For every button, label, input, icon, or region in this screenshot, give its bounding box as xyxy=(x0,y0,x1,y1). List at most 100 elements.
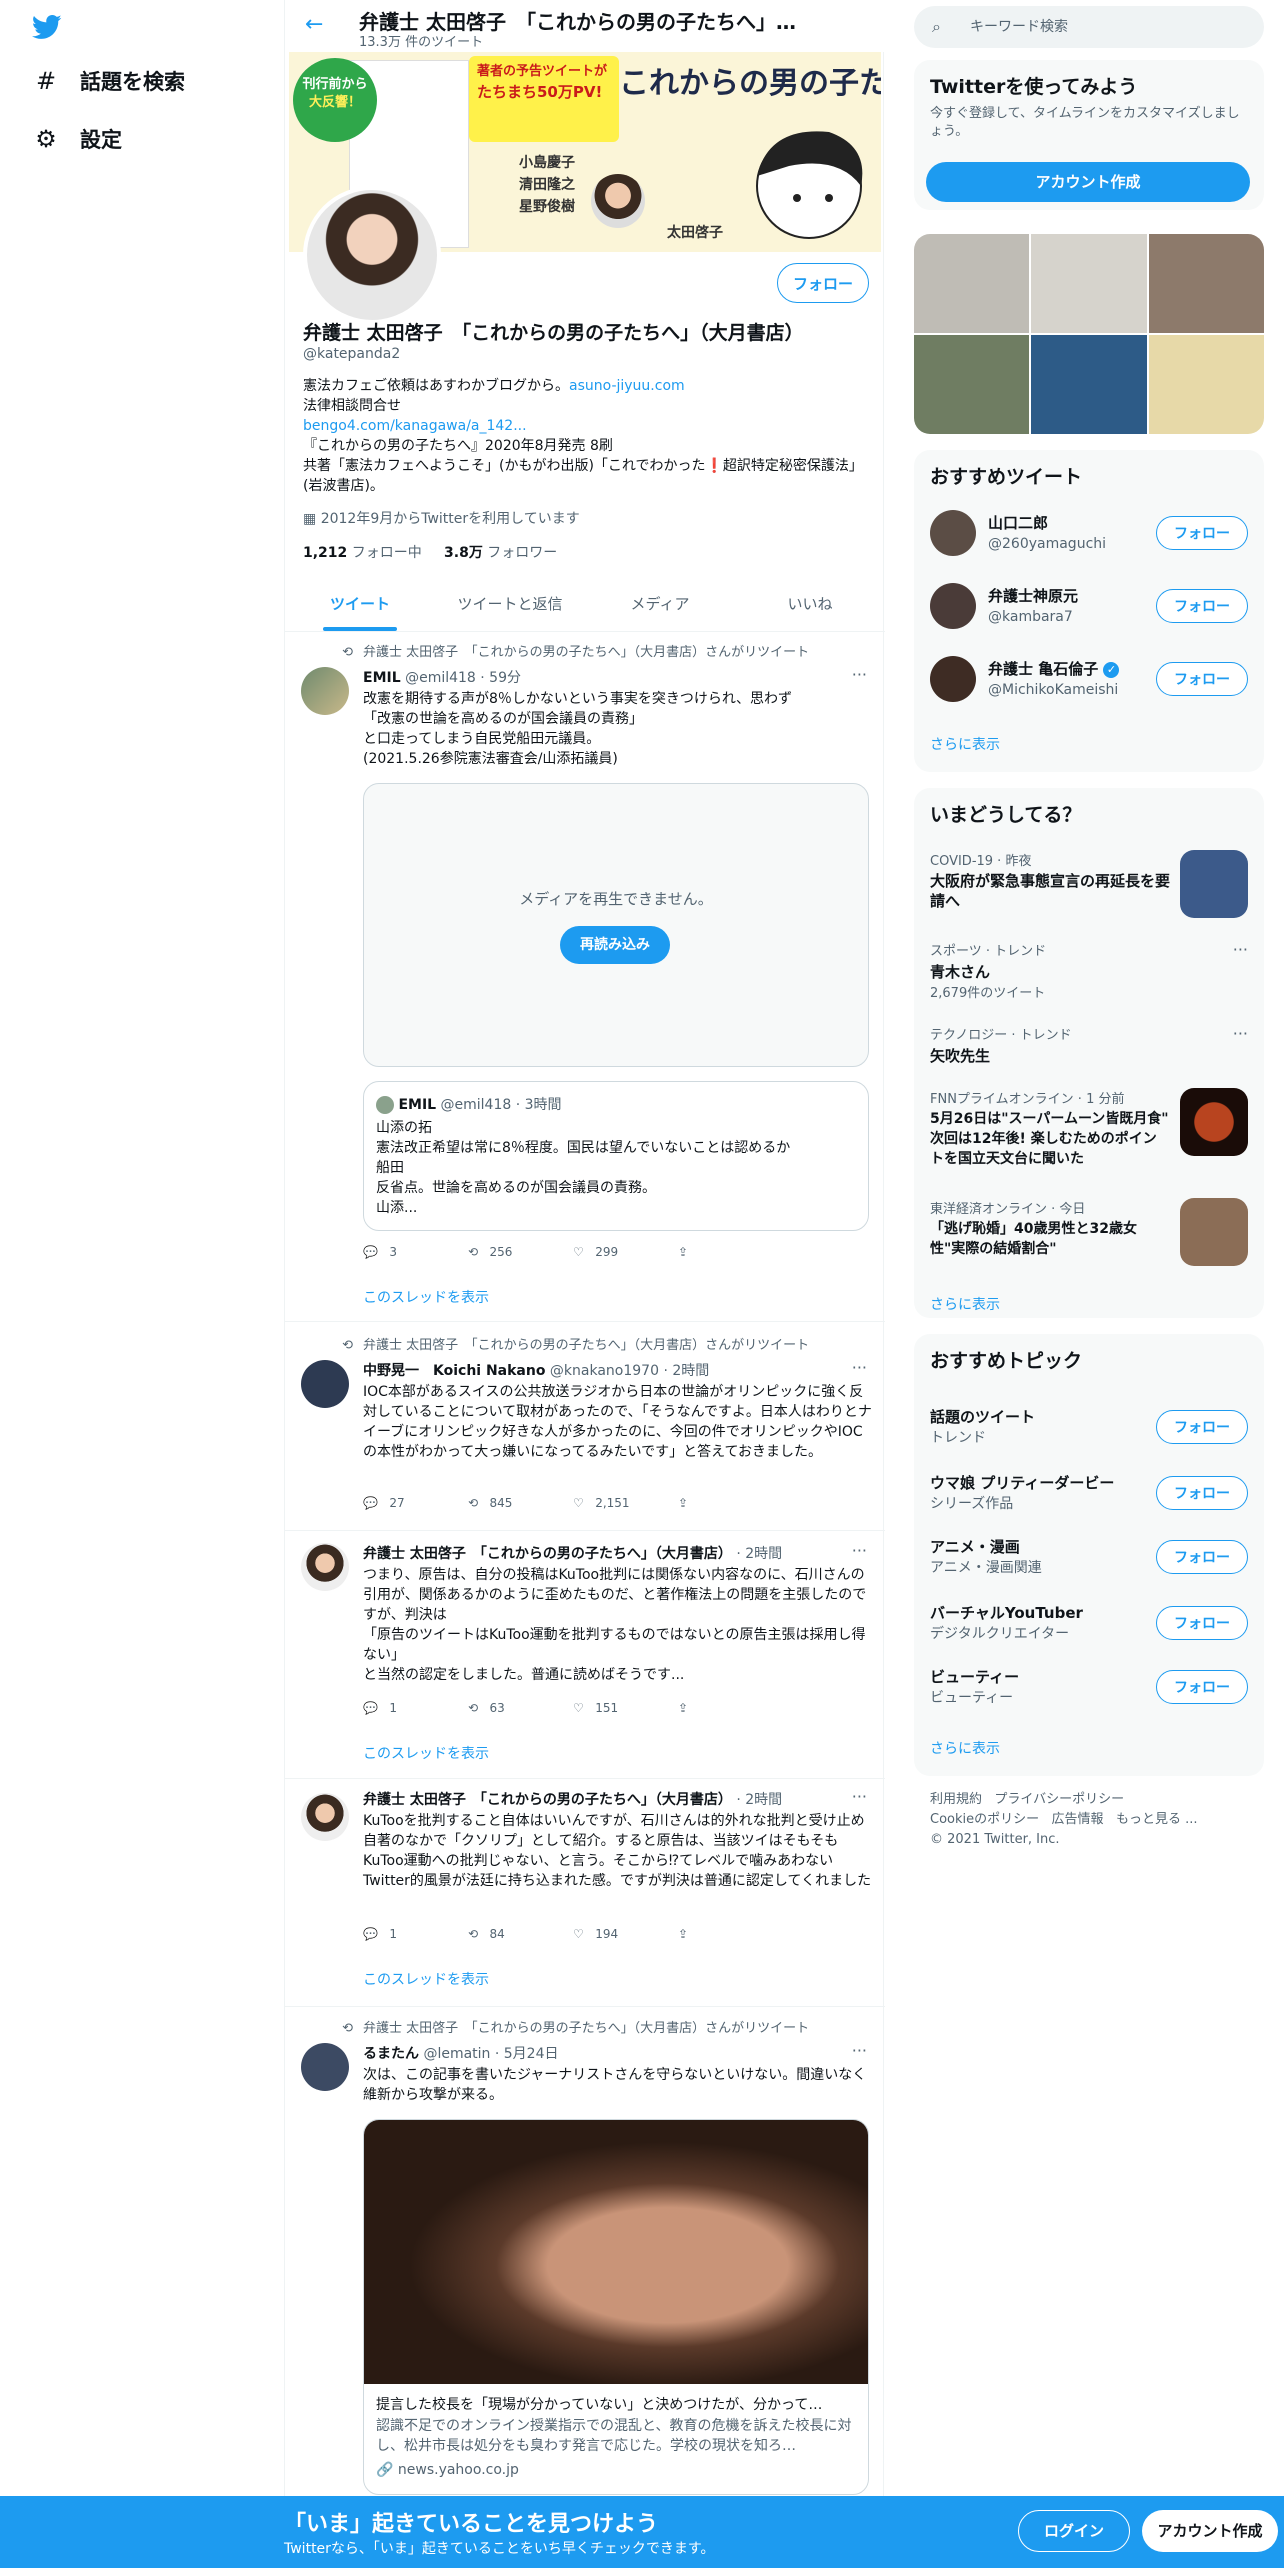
trend-item[interactable]: FNNプライムオンライン · 1 分前 5月26日は"スーパームーン皆既月食" … xyxy=(930,1088,1248,1178)
back-arrow-icon[interactable]: ← xyxy=(305,12,323,37)
avatar[interactable] xyxy=(301,2043,349,2091)
reply-button[interactable]: 💬 27 xyxy=(363,1496,468,1510)
media-thumb[interactable] xyxy=(1031,234,1147,333)
follow-button[interactable]: フォロー xyxy=(1156,1670,1248,1704)
show-thread-link[interactable]: このスレッドを表示 xyxy=(363,1287,489,1307)
user-row[interactable]: 山口二郎 @260yamaguchi フォロー xyxy=(930,510,1248,564)
footer-link-cookie[interactable]: Cookieのポリシー xyxy=(930,1812,1039,1827)
trend-item[interactable]: テクノロジー · トレンド 矢吹先生 ··· xyxy=(930,1024,1248,1074)
avatar[interactable] xyxy=(301,667,349,715)
tweet-author[interactable]: るまたん xyxy=(363,2046,419,2062)
show-more-link[interactable]: さらに表示 xyxy=(930,1738,1000,1758)
media-thumb[interactable] xyxy=(1031,335,1147,434)
show-thread-link[interactable]: このスレッドを表示 xyxy=(363,1969,489,1989)
tweet[interactable]: ⟲ 弁護士 太田啓子 「これからの男の子たちへ」（大月書店）さんがリツイート 中野… xyxy=(285,1322,885,1531)
signup-button-bottom[interactable]: アカウント作成 xyxy=(1142,2510,1278,2552)
media-thumb[interactable] xyxy=(914,234,1030,333)
tweet-author[interactable]: 弁護士 太田啓子 「これからの男の子たちへ」（大月書店） xyxy=(363,1546,732,1562)
topic-row[interactable]: ビューティー ビューティー フォロー xyxy=(930,1666,1248,1714)
follow-button[interactable]: フォロー xyxy=(1156,1476,1248,1510)
tweet[interactable]: ⟲ 弁護士 太田啓子 「これからの男の子たちへ」（大月書店）さんがリツイート るま… xyxy=(285,2007,885,2496)
tab-media[interactable]: メディア xyxy=(585,576,735,631)
topic-row[interactable]: ウマ娘 プリティーダービー シリーズ作品 フォロー xyxy=(930,1472,1248,1520)
user-row[interactable]: 弁護士神原元 @kambara7 フォロー xyxy=(930,583,1248,637)
follow-button[interactable]: フォロー xyxy=(1156,662,1248,696)
tweet[interactable]: 弁護士 太田啓子 「これからの男の子たちへ」（大月書店） · 2時間 ··· つ… xyxy=(285,1531,885,1779)
more-icon[interactable]: ··· xyxy=(1233,1024,1248,1043)
bio-link-1[interactable]: asuno-jiyuu.com xyxy=(569,378,685,394)
footer-link-more[interactable]: もっと見る ... xyxy=(1116,1812,1198,1827)
topic-row[interactable]: バーチャルYouTuber デジタルクリエイター フォロー xyxy=(930,1602,1248,1650)
signup-button[interactable]: アカウント作成 xyxy=(926,162,1250,202)
reply-button[interactable]: 💬 3 xyxy=(363,1245,468,1259)
bio-link-2[interactable]: bengo4.com/kanagawa/a_142... xyxy=(303,416,863,436)
tweet-author[interactable]: 中野晃一 Koichi Nakano xyxy=(363,1363,545,1379)
trend-item[interactable]: 東洋経済オンライン · 今日 「逃げ恥婚」40歳男性と32歳女性"実際の結婚割合… xyxy=(930,1198,1248,1268)
reply-button[interactable]: 💬 1 xyxy=(363,1927,468,1941)
retweet-button[interactable]: ⟲ 256 xyxy=(468,1245,573,1259)
more-icon[interactable]: ··· xyxy=(1233,940,1248,959)
like-button[interactable]: ♡ 151 xyxy=(573,1701,678,1715)
twitter-logo-icon[interactable] xyxy=(30,12,64,42)
profile-avatar[interactable] xyxy=(303,186,441,324)
reply-button[interactable]: 💬 1 xyxy=(363,1701,468,1715)
nav-settings[interactable]: ⚙ 設定 xyxy=(34,124,122,154)
login-button[interactable]: ログイン xyxy=(1018,2510,1130,2552)
search-input[interactable]: ⌕ キーワード検索 xyxy=(914,6,1264,48)
follow-button[interactable]: フォロー xyxy=(1156,516,1248,550)
more-icon[interactable]: ··· xyxy=(852,1787,867,1806)
followers-link[interactable]: 3.8万 フォロワー xyxy=(444,545,557,561)
tweet-author[interactable]: 弁護士 太田啓子 「これからの男の子たちへ」（大月書店） xyxy=(363,1792,732,1808)
trend-item[interactable]: COVID-19 · 昨夜 大阪府が緊急事態宣言の再延長を要請へ xyxy=(930,850,1248,930)
link-card[interactable]: 提言した校長を「現場が分かっていない」と決めつけたが、分かって… 認識不足でのオ… xyxy=(363,2119,869,2495)
tweet-author[interactable]: EMIL xyxy=(363,670,401,686)
share-icon[interactable]: ⇪ xyxy=(678,1927,783,1941)
share-icon[interactable]: ⇪ xyxy=(678,1245,783,1259)
footer-link-ads[interactable]: 広告情報 xyxy=(1052,1812,1104,1827)
footer-link-privacy[interactable]: プライバシーポリシー xyxy=(994,1792,1124,1807)
follow-button[interactable]: フォロー xyxy=(1156,1606,1248,1640)
follow-button[interactable]: フォロー xyxy=(1156,1410,1248,1444)
follow-button[interactable]: フォロー xyxy=(1156,589,1248,623)
more-icon[interactable]: ··· xyxy=(852,1541,867,1560)
topic-row[interactable]: アニメ・漫画 アニメ・漫画関連 フォロー xyxy=(930,1536,1248,1584)
user-row[interactable]: 弁護士 亀石倫子 ✓ @MichikoKameishi フォロー xyxy=(930,656,1248,710)
media-thumb[interactable] xyxy=(1148,335,1264,434)
tweet[interactable]: 弁護士 太田啓子 「これからの男の子たちへ」（大月書店） · 2時間 ··· K… xyxy=(285,1779,885,2007)
avatar[interactable] xyxy=(301,1543,349,1591)
show-more-link[interactable]: さらに表示 xyxy=(930,734,1000,754)
retweet-button[interactable]: ⟲ 845 xyxy=(468,1496,573,1510)
trend-item[interactable]: スポーツ · トレンド 青木さん 2,679件のツイート ··· xyxy=(930,940,1248,1010)
more-icon[interactable]: ··· xyxy=(852,665,867,684)
topic-row[interactable]: 話題のツイート トレンド フォロー xyxy=(930,1406,1248,1454)
more-icon[interactable]: ··· xyxy=(852,1358,867,1377)
left-navigation: # 話題を検索 ⚙ 設定 xyxy=(0,0,284,2568)
tweet-text: つまり、原告は、自分の投稿はKuToo批判には関係ない内容なのに、石川さんの引用… xyxy=(363,1567,867,1683)
quote-tweet[interactable]: EMIL @emil418 · 3時間 山添の拓 憲法改正希望は常に8％程度。国… xyxy=(363,1081,869,1231)
like-button[interactable]: ♡ 299 xyxy=(573,1245,678,1259)
tweet[interactable]: ⟲ 弁護士 太田啓子 「これからの男の子たちへ」（大月書店）さんがリツイート EM… xyxy=(285,633,885,1322)
show-thread-link[interactable]: このスレッドを表示 xyxy=(363,1743,489,1763)
tab-tweets-replies[interactable]: ツイートと返信 xyxy=(435,576,585,631)
like-button[interactable]: ♡ 2,151 xyxy=(573,1496,678,1510)
share-icon[interactable]: ⇪ xyxy=(678,1701,783,1715)
footer-link-terms[interactable]: 利用規約 xyxy=(930,1792,982,1807)
retweet-button[interactable]: ⟲ 84 xyxy=(468,1927,573,1941)
tab-tweets[interactable]: ツイート xyxy=(285,576,435,631)
share-icon[interactable]: ⇪ xyxy=(678,1496,783,1510)
tab-likes[interactable]: いいね xyxy=(735,576,885,631)
show-more-link[interactable]: さらに表示 xyxy=(930,1294,1000,1314)
media-thumb[interactable] xyxy=(914,335,1030,434)
media-thumb[interactable] xyxy=(1148,234,1264,333)
retweet-button[interactable]: ⟲ 63 xyxy=(468,1701,573,1715)
following-link[interactable]: 1,212 フォロー中 xyxy=(303,545,422,561)
nav-explore[interactable]: # 話題を検索 xyxy=(34,66,185,96)
follow-button[interactable]: フォロー xyxy=(1156,1540,1248,1574)
reload-button[interactable]: 再読み込み xyxy=(560,926,670,964)
avatar[interactable] xyxy=(301,1360,349,1408)
more-icon[interactable]: ··· xyxy=(852,2041,867,2060)
avatar[interactable] xyxy=(301,1793,349,1841)
like-button[interactable]: ♡ 194 xyxy=(573,1927,678,1941)
profile-follow-button[interactable]: フォロー xyxy=(777,263,869,303)
media-grid[interactable] xyxy=(914,234,1264,434)
